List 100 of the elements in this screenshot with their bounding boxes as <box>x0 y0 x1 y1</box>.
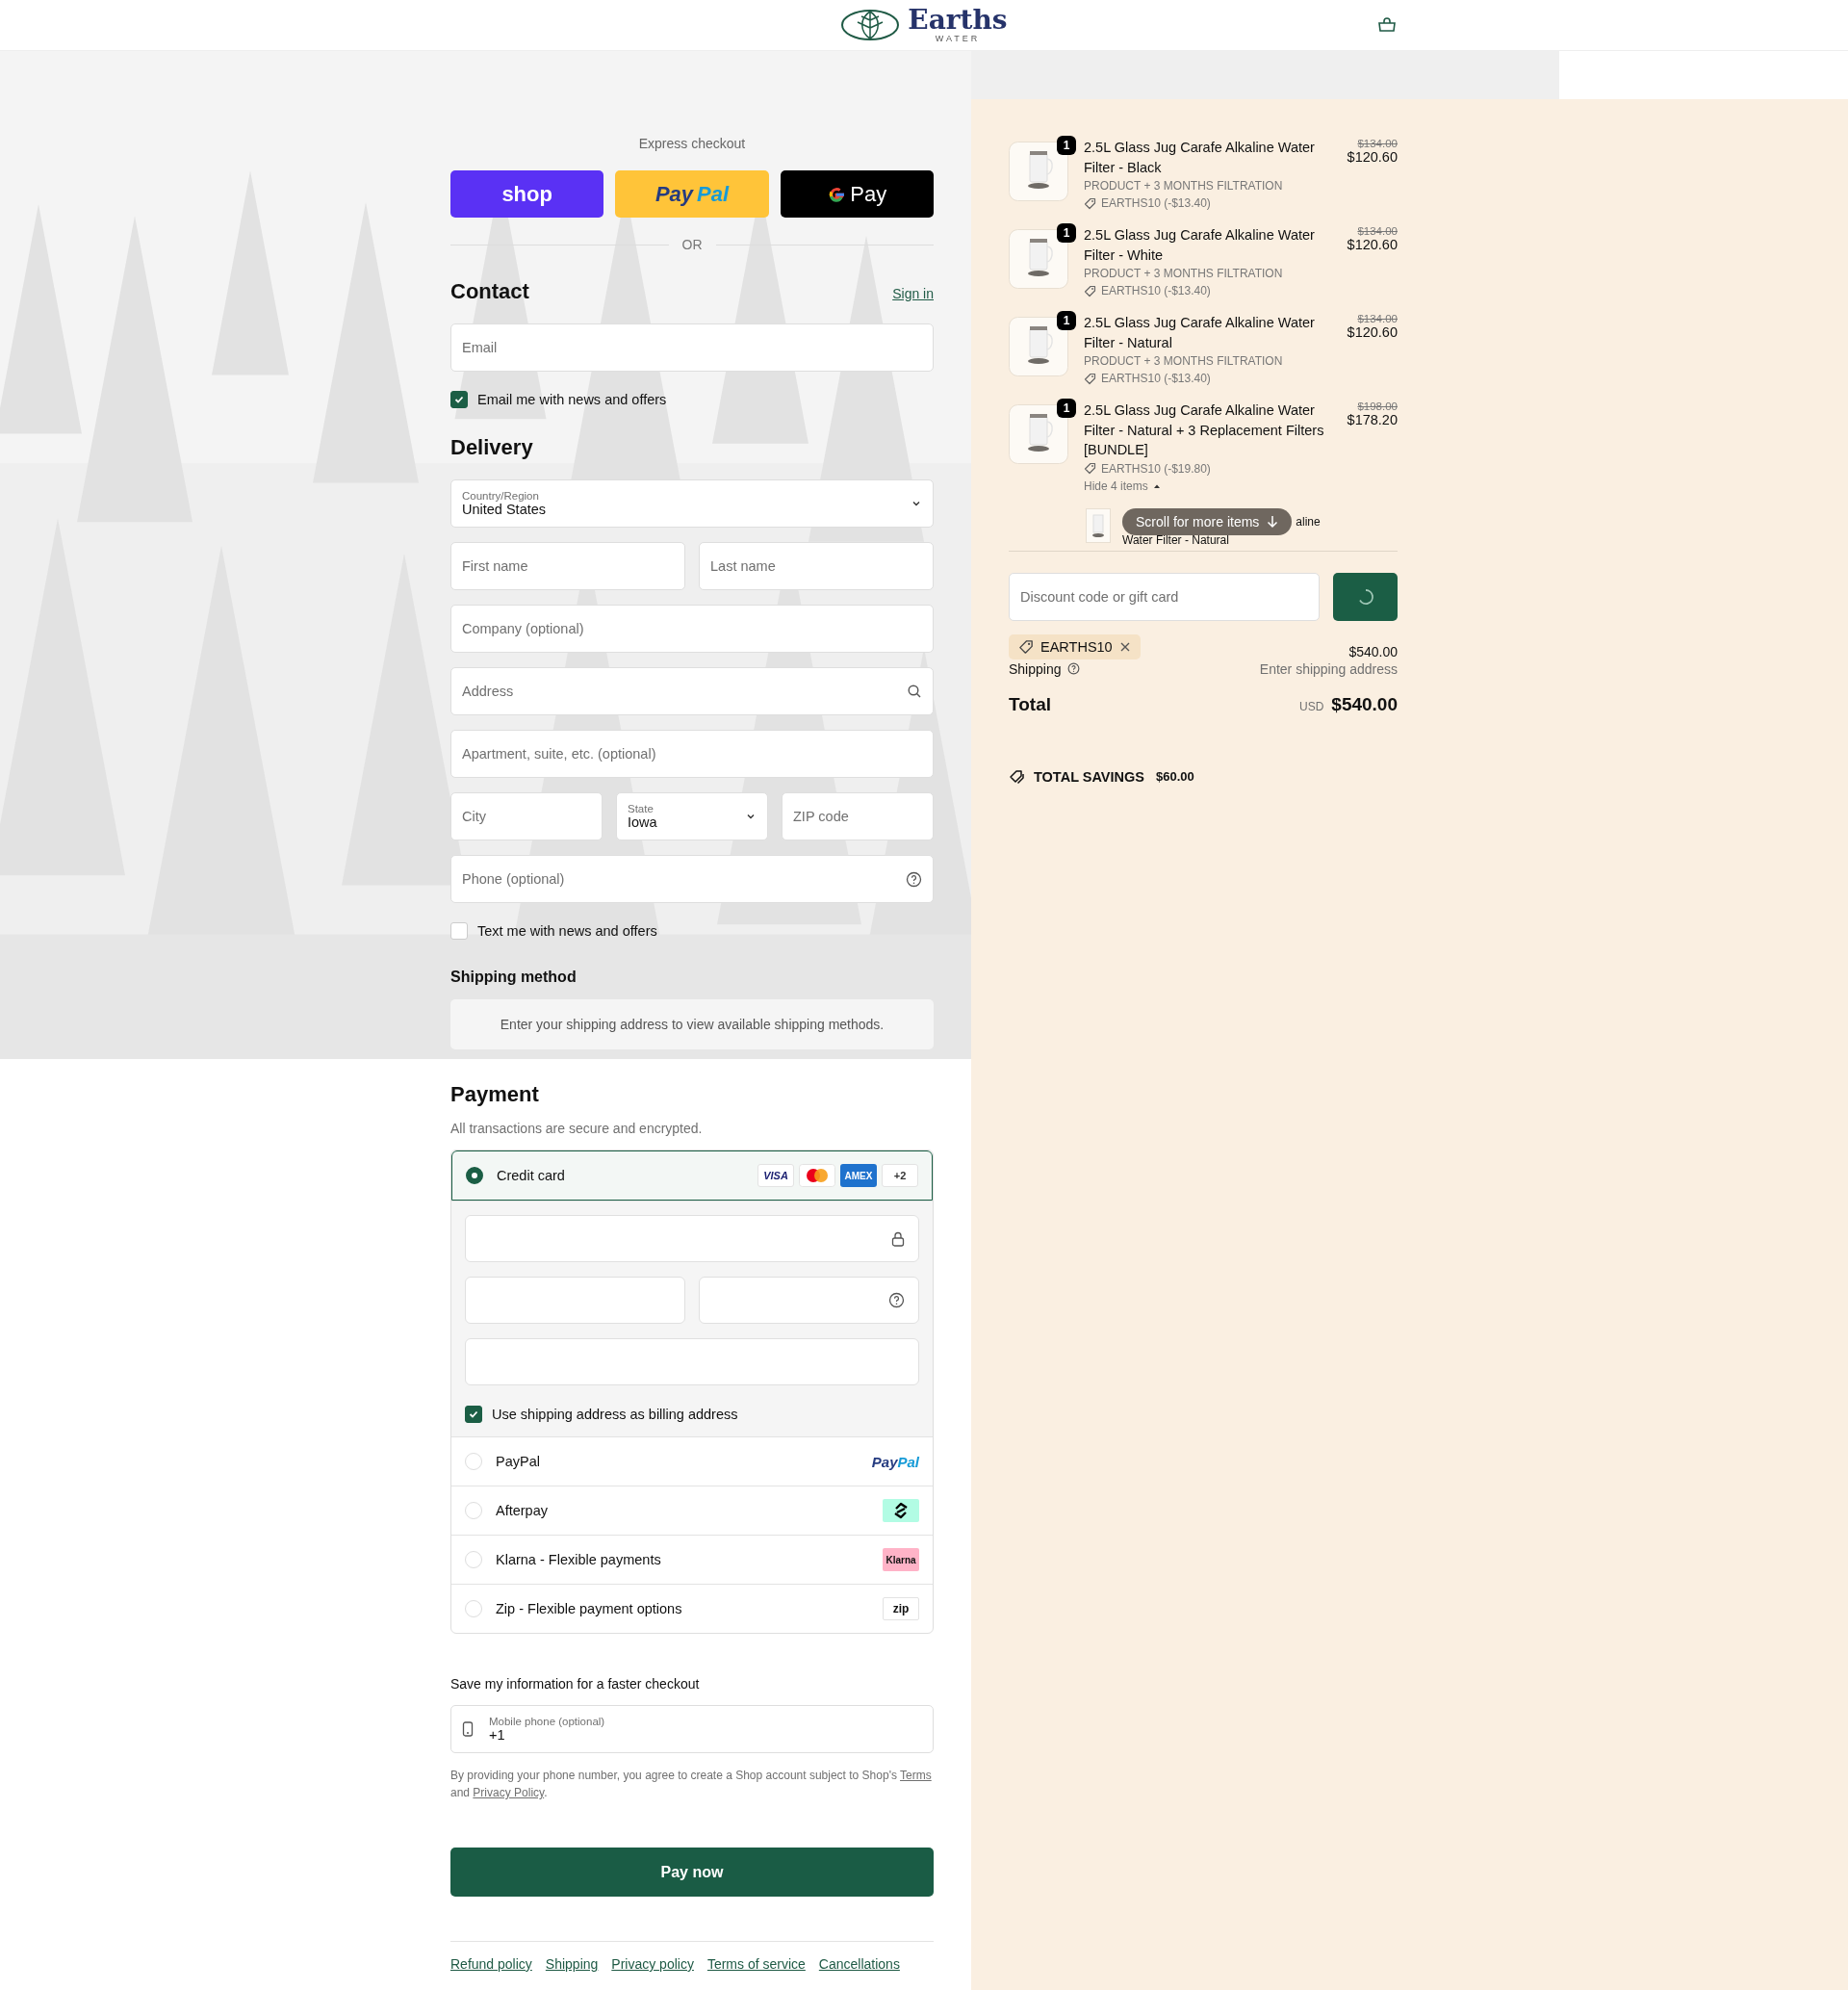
caret-icon <box>1152 482 1161 489</box>
quantity-badge: 1 <box>1057 136 1076 155</box>
discount-field[interactable]: Discount code or gift card <box>1009 572 1320 621</box>
quantity-badge: 1 <box>1057 399 1076 418</box>
discount-label: EARTHS10 (-$19.80) <box>1101 460 1211 478</box>
close-icon[interactable] <box>1118 640 1131 653</box>
scroll-hint-button[interactable]: Scroll for more items <box>1122 507 1293 535</box>
select-field[interactable]: Country/Region United States <box>450 479 934 528</box>
quantity-badge: 1 <box>1057 311 1076 330</box>
payment-option[interactable]: PayPal PayPal <box>451 1436 933 1486</box>
product-name: 2.5L Glass Jug Carafe Alkaline Water Filter - Black <box>1084 139 1316 177</box>
product-variant: PRODUCT + 3 MONTHS FILTRATION <box>1084 178 1284 194</box>
text-field[interactable]: Company (optional) <box>450 605 934 653</box>
payment-option[interactable]: Zip - Flexible payment options zip <box>451 1584 933 1633</box>
text-field[interactable]: Last name <box>699 542 934 590</box>
savings-value: $60.00 <box>1155 769 1194 784</box>
product-name: 2.5L Glass Jug Carafe Alkaline Water Filter - Natural + 3 Replacement Filters [BUNDLE] <box>1084 401 1325 459</box>
text-field[interactable]: First name <box>450 542 685 590</box>
subtotal-value: $540.00 <box>1348 643 1398 659</box>
hide-items-toggle[interactable]: Hide 4 items <box>1084 477 1148 495</box>
express-checkout-title: Express checkout <box>637 136 747 151</box>
checkmark-icon <box>468 1409 479 1420</box>
help-icon <box>1066 662 1080 675</box>
total-value: $540.00 <box>1331 693 1398 715</box>
sign-in-link[interactable]: Sign in <box>892 286 934 301</box>
select-field[interactable]: State Iowa <box>616 792 768 840</box>
afterpay-logo-icon <box>883 1499 919 1522</box>
amex-badge: AMEX <box>840 1164 877 1187</box>
text-field[interactable]: Phone (optional) <box>450 855 934 903</box>
legal-text: By providing your phone number, you agree to create a Shop account subject to Shop's Terms and Privacy Policy. <box>450 1768 933 1801</box>
text-field[interactable]: ZIP code <box>782 792 934 840</box>
price: $120.60 <box>1347 237 1398 252</box>
quantity-badge: 1 <box>1057 223 1076 243</box>
klarna-logo: Klarna <box>883 1548 919 1571</box>
checkbox-label: Email me with news and offers <box>477 392 667 407</box>
shipping-label: Shipping <box>1009 660 1062 677</box>
original-price: $134.00 <box>1357 225 1398 237</box>
discount-label: EARTHS10 (-$13.40) <box>1101 195 1211 212</box>
google-pay-button[interactable]: Pay <box>780 170 934 218</box>
search-icon[interactable] <box>907 684 922 699</box>
payment-option[interactable]: Klarna - Flexible payments Klarna <box>451 1535 933 1584</box>
security-code-field[interactable] <box>699 1277 919 1324</box>
help-icon[interactable] <box>906 870 922 888</box>
brand-name: Earths <box>908 7 1008 34</box>
payment-subtitle: All transactions are secure and encrypted. <box>450 1121 704 1136</box>
help-icon[interactable] <box>888 1292 905 1308</box>
text-field[interactable]: Address <box>450 667 934 715</box>
terms-link[interactable]: Terms <box>900 1769 932 1782</box>
payment-option[interactable]: Credit card VISA AMEX +2 <box>451 1150 933 1201</box>
delivery-heading: Delivery <box>450 435 534 460</box>
expiry-field[interactable] <box>465 1277 685 1324</box>
checkbox[interactable] <box>465 1406 482 1423</box>
contact-heading: Contact <box>450 279 529 304</box>
radio-button[interactable] <box>466 1167 483 1184</box>
product-variant: PRODUCT + 3 MONTHS FILTRATION <box>1084 353 1284 370</box>
product-name: 2.5L Glass Jug Carafe Alkaline Water Filter - Natural <box>1084 314 1316 352</box>
bag-icon[interactable] <box>1377 17 1397 33</box>
discount-label: EARTHS10 (-$13.40) <box>1101 371 1211 387</box>
price: $120.60 <box>1347 324 1398 340</box>
footer-link[interactable]: Refund policy <box>450 1956 532 1972</box>
product-name-fragment: aline <box>1296 514 1321 529</box>
checkbox-label: Text me with news and offers <box>477 923 657 939</box>
paypal-button[interactable]: Pay Pal <box>615 170 769 218</box>
logo-icon <box>840 9 901 41</box>
footer-link[interactable]: Shipping <box>545 1956 599 1972</box>
paypal-logo: PayPal <box>871 1453 919 1470</box>
pay-now-button[interactable]: Pay now <box>450 1848 934 1897</box>
discount-code-chip[interactable]: EARTHS10 <box>1009 633 1141 659</box>
card-number-field[interactable] <box>465 1215 919 1262</box>
footer-link[interactable]: Privacy policy <box>611 1956 694 1972</box>
checkbox[interactable] <box>450 391 468 408</box>
checkmark-icon <box>453 394 465 405</box>
tag-icon <box>1084 284 1096 297</box>
email-field[interactable]: Email <box>450 323 934 372</box>
apply-button[interactable] <box>1333 572 1398 621</box>
savings-label: TOTAL SAVINGS <box>1034 768 1144 785</box>
tag-icon <box>1018 638 1034 655</box>
card-circles-icon <box>799 1164 835 1187</box>
original-price: $134.00 <box>1357 313 1398 324</box>
text-field[interactable]: Apartment, suite, etc. (optional) <box>450 730 934 778</box>
currency-label: USD <box>1298 699 1324 713</box>
zip-logo: zip <box>883 1597 919 1620</box>
tag-icon <box>1084 196 1096 210</box>
product-name: 2.5L Glass Jug Carafe Alkaline Water Filter - White <box>1084 226 1316 265</box>
mobile-phone-field[interactable]: Mobile phone (optional) +1 <box>450 1705 934 1753</box>
price: $178.20 <box>1347 412 1398 427</box>
payment-option[interactable]: Afterpay <box>451 1486 933 1535</box>
mobile-phone-icon <box>462 1721 474 1737</box>
shop-pay-button[interactable]: shop <box>450 170 604 218</box>
discount-label: EARTHS10 (-$13.40) <box>1101 283 1211 299</box>
total-label: Total <box>1009 693 1051 715</box>
shipping-method-heading: Shipping method <box>450 969 578 986</box>
visa-badge: VISA <box>757 1164 794 1187</box>
name-on-card-field[interactable] <box>465 1338 919 1385</box>
footer-link[interactable]: Terms of service <box>706 1956 806 1972</box>
shipping-value: Enter shipping address <box>1259 660 1398 677</box>
text-field[interactable]: City <box>450 792 603 840</box>
footer-link[interactable]: Cancellations <box>818 1956 900 1972</box>
tags-icon <box>1009 768 1026 785</box>
product-variant: PRODUCT + 3 MONTHS FILTRATION <box>1084 266 1284 282</box>
